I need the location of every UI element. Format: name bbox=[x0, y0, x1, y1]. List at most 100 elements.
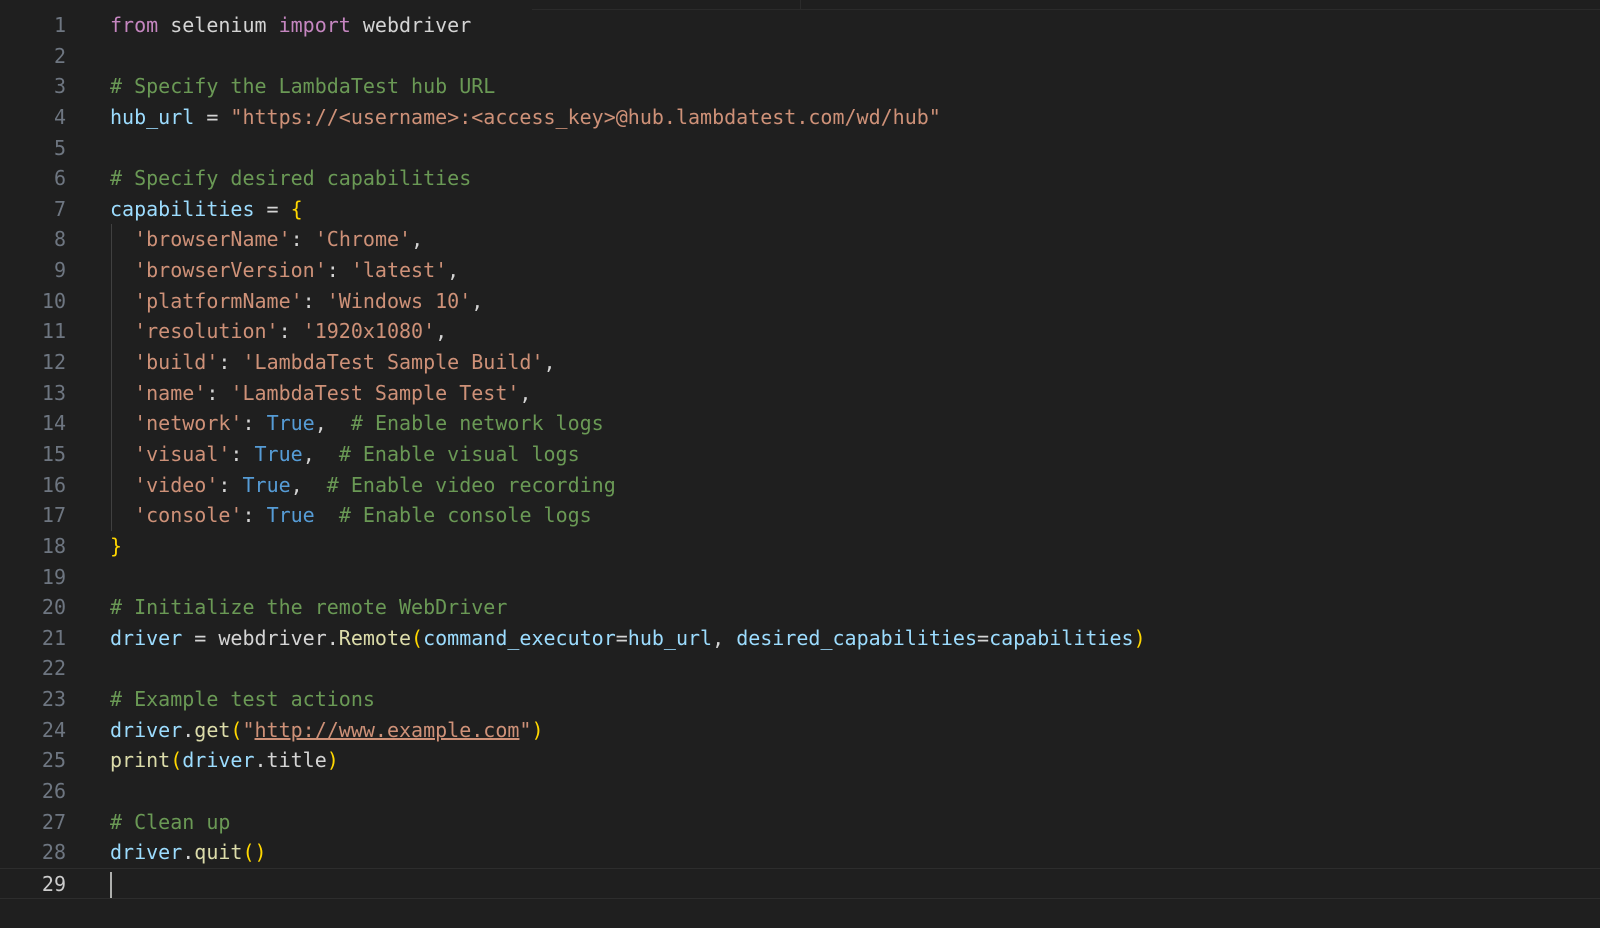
line-code[interactable] bbox=[110, 869, 112, 900]
code-line[interactable]: 3 # Specify the LambdaTest hub URL bbox=[0, 71, 1600, 102]
code-token: , bbox=[290, 472, 327, 497]
line-number: 22 bbox=[41, 656, 66, 681]
code-line[interactable]: 13 'name': 'LambdaTest Sample Test', bbox=[0, 377, 1600, 409]
code-token: 'Chrome' bbox=[314, 227, 412, 252]
code-line[interactable]: 20 # Initialize the remote WebDriver bbox=[0, 592, 1600, 623]
line-number: 8 bbox=[53, 227, 66, 252]
code-line[interactable]: 8 'browserName': 'Chrome', bbox=[0, 224, 1600, 256]
line-number: 2 bbox=[53, 43, 66, 68]
code-line[interactable]: 16 'video': True, # Enable video recordi… bbox=[0, 469, 1600, 501]
code-token: , bbox=[411, 227, 424, 252]
code-token: : bbox=[278, 319, 303, 344]
code-token: : bbox=[242, 503, 267, 528]
code-token: ( bbox=[411, 625, 424, 650]
line-number: 10 bbox=[41, 288, 66, 313]
line-code[interactable]: 'platformName': 'Windows 10', bbox=[110, 286, 483, 317]
code-line[interactable]: 21 driver = webdriver.Remote(command_exec… bbox=[0, 623, 1600, 654]
code-line[interactable]: 14 'network': True, # Enable network log… bbox=[0, 408, 1600, 439]
code-line[interactable]: 5 bbox=[0, 133, 1600, 164]
code-line[interactable]: 18} bbox=[0, 531, 1600, 562]
line-number: 18 bbox=[41, 533, 66, 558]
line-code[interactable]: # Clean up bbox=[110, 807, 230, 838]
code-token: : bbox=[302, 288, 327, 313]
line-code[interactable]: # Specify desired capabilities bbox=[110, 163, 471, 194]
line-code[interactable]: 'visual': True, # Enable visual logs bbox=[110, 439, 580, 470]
code-line[interactable]: 7 capabilities = { bbox=[0, 194, 1600, 225]
code-token: "https://<username>:<access_key>@hub.lam… bbox=[230, 104, 941, 129]
line-code[interactable]: from selenium import webdriver bbox=[110, 10, 471, 41]
code-token: 'video' bbox=[134, 472, 219, 497]
line-code[interactable]: hub_url = "https://<username>:<access_ke… bbox=[110, 102, 941, 133]
code-token: 'latest' bbox=[350, 258, 448, 283]
line-code[interactable]: capabilities = { bbox=[110, 194, 303, 225]
code-token: 'browserName' bbox=[134, 227, 291, 252]
line-code[interactable]: driver.get("http://www.example.com") bbox=[110, 715, 544, 746]
code-token: # Specify the LambdaTest hub URL bbox=[110, 74, 496, 99]
line-code[interactable]: 'browserName': 'Chrome', bbox=[110, 224, 423, 255]
line-code[interactable]: driver = webdriver.Remote(command_execut… bbox=[110, 623, 1146, 654]
code-line[interactable]: 4 hub_url = "https://<username>:<access_k… bbox=[0, 102, 1600, 133]
code-token: http://www.example.com bbox=[254, 717, 520, 742]
line-code[interactable]: 'resolution': '1920x1080', bbox=[110, 316, 447, 347]
code-token: () bbox=[242, 840, 267, 865]
code-line[interactable]: 12 'build': 'LambdaTest Sample Build', bbox=[0, 347, 1600, 378]
code-line[interactable]: 25 print(driver.title) bbox=[0, 745, 1600, 776]
code-line[interactable]: 29 bbox=[0, 867, 1600, 900]
code-line[interactable]: 15 'visual': True, # Enable visual logs bbox=[0, 438, 1600, 470]
line-code[interactable]: driver.quit() bbox=[110, 837, 267, 868]
code-line[interactable]: 9 'browserVersion': 'latest', bbox=[0, 255, 1600, 286]
code-line[interactable]: 11 'resolution': '1920x1080', bbox=[0, 316, 1600, 348]
line-number: 21 bbox=[41, 625, 66, 650]
code-token: 'visual' bbox=[134, 441, 231, 466]
line-number: 14 bbox=[41, 411, 66, 436]
code-line[interactable]: 28 driver.quit() bbox=[0, 837, 1600, 868]
code-token: 'resolution' bbox=[134, 319, 279, 344]
code-line[interactable]: 24 driver.get("http://www.example.com") bbox=[0, 715, 1600, 746]
line-code[interactable]: } bbox=[110, 531, 122, 562]
line-code[interactable]: 'name': 'LambdaTest Sample Test', bbox=[110, 378, 531, 409]
code-token: ( bbox=[170, 748, 183, 773]
line-code[interactable]: print(driver.title) bbox=[110, 745, 339, 776]
line-code[interactable]: # Initialize the remote WebDriver bbox=[110, 592, 507, 623]
line-number: 28 bbox=[41, 840, 66, 865]
line-code[interactable]: 'network': True, # Enable network logs bbox=[110, 408, 604, 439]
line-number: 1 bbox=[53, 13, 66, 37]
code-editor[interactable]: 1 from selenium import webdriver 2 3 # Speci… bbox=[0, 0, 1600, 928]
code-line[interactable]: 23 # Example test actions bbox=[0, 684, 1600, 715]
line-number: 27 bbox=[41, 809, 66, 834]
code-token: 'name' bbox=[134, 380, 207, 405]
line-code[interactable]: 'build': 'LambdaTest Sample Build', bbox=[110, 347, 555, 378]
line-code[interactable]: # Specify the LambdaTest hub URL bbox=[110, 71, 495, 102]
line-code[interactable]: 'browserVersion': 'latest', bbox=[110, 255, 459, 286]
code-token: = bbox=[194, 104, 231, 129]
code-line[interactable]: 27 # Clean up bbox=[0, 807, 1600, 838]
code-lines[interactable]: 1 from selenium import webdriver 2 3 # Speci… bbox=[0, 10, 1600, 899]
line-number: 29 bbox=[41, 871, 66, 896]
code-line[interactable]: 6 # Specify desired capabilities bbox=[0, 163, 1600, 194]
line-number: 15 bbox=[41, 441, 66, 466]
line-code[interactable]: 'console': True # Enable console logs bbox=[110, 500, 592, 531]
code-token: 'platformName' bbox=[134, 288, 303, 313]
line-code[interactable]: # Example test actions bbox=[110, 684, 375, 715]
code-line[interactable]: 2 bbox=[0, 41, 1600, 72]
code-token: = bbox=[254, 196, 291, 221]
code-token: : bbox=[290, 227, 315, 252]
code-line[interactable]: 10 'platformName': 'Windows 10', bbox=[0, 285, 1600, 317]
code-token: 'Windows 10' bbox=[326, 288, 472, 313]
code-token: True bbox=[242, 472, 291, 497]
code-token: : bbox=[326, 258, 351, 283]
line-code[interactable]: 'video': True, # Enable video recording bbox=[110, 470, 616, 501]
line-number: 23 bbox=[41, 687, 66, 712]
code-line[interactable]: 26 bbox=[0, 776, 1600, 807]
code-line[interactable]: 17 'console': True # Enable console logs bbox=[0, 500, 1600, 531]
line-number: 11 bbox=[41, 319, 66, 344]
code-line[interactable]: 1 from selenium import webdriver bbox=[0, 10, 1600, 41]
code-line[interactable]: 22 bbox=[0, 653, 1600, 684]
code-line[interactable]: 19 bbox=[0, 562, 1600, 593]
